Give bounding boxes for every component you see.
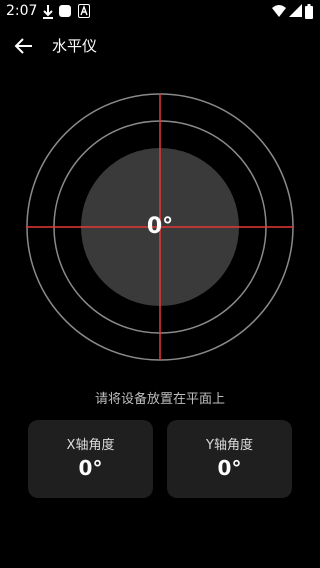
wifi-icon <box>272 5 286 17</box>
signal-icon <box>289 4 302 17</box>
download-icon <box>43 5 53 19</box>
center-angle-readout: 0° <box>146 214 174 239</box>
x-angle-card: X轴角度 0° <box>28 420 153 498</box>
battery-icon <box>305 4 313 19</box>
arrow-left-icon[interactable] <box>10 32 38 60</box>
page-title: 水平仪 <box>52 37 98 55</box>
y-angle-value: 0° <box>217 456 242 480</box>
y-angle-label: Y轴角度 <box>206 438 253 453</box>
status-bar: 2:07 <box>0 0 320 24</box>
x-angle-value: 0° <box>78 456 103 480</box>
y-angle-card: Y轴角度 0° <box>167 420 292 498</box>
placement-hint: 请将设备放置在平面上 <box>94 392 225 407</box>
square-icon <box>59 5 71 17</box>
status-time: 2:07 <box>6 3 38 19</box>
x-angle-label: X轴角度 <box>66 438 115 453</box>
a-icon <box>78 4 90 18</box>
